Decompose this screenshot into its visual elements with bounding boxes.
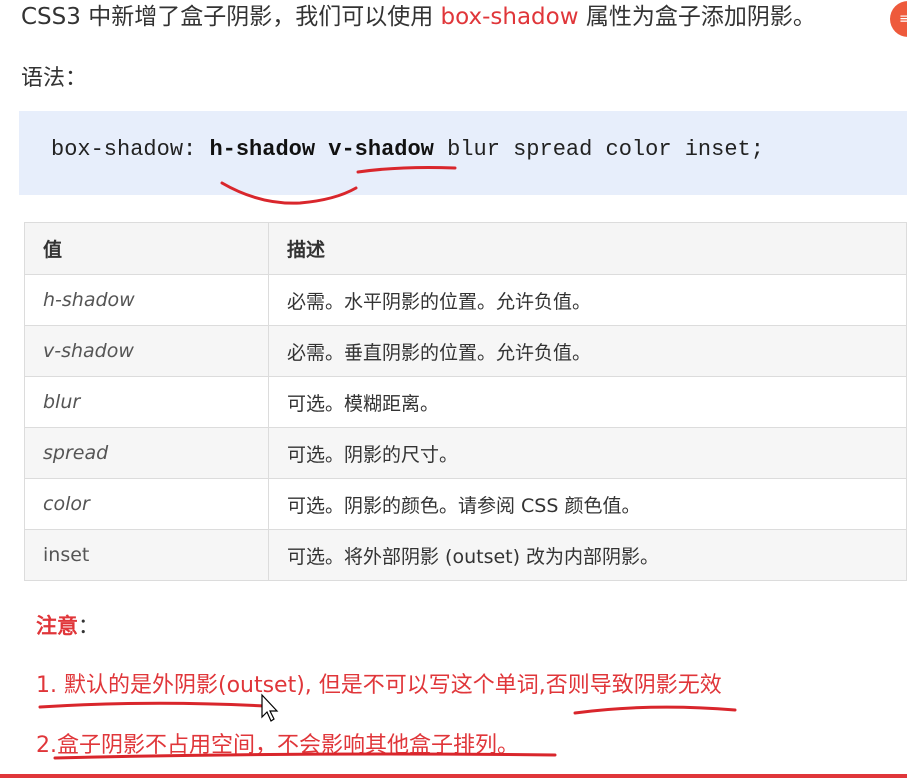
note-colon: ：	[78, 614, 99, 638]
row-value: h-shadow	[24, 274, 269, 326]
intro-before: CSS3 中新增了盒子阴影，我们可以使用	[21, 4, 441, 30]
bottom-red-line	[0, 774, 907, 778]
intro-text: CSS3 中新增了盒子阴影，我们可以使用 box-shadow 属性为盒子添加阴…	[21, 2, 816, 36]
note-title: 注意	[36, 614, 78, 638]
row-description: 必需。水平阴影的位置。允许负值。	[268, 274, 907, 326]
code-block: box-shadow: h-shadow v-shadow blur sprea…	[19, 111, 907, 195]
syntax-label: 语法：	[21, 66, 88, 91]
row-description: 可选。将外部阴影 (outset) 改为内部阴影。	[268, 529, 907, 581]
header-description: 描述	[268, 222, 907, 275]
table-row: color 可选。阴影的颜色。请参阅 CSS 颜色值。	[24, 478, 907, 530]
row-value: v-shadow	[24, 325, 269, 377]
corner-badge-icon[interactable]: ≡	[890, 1, 907, 37]
table-row: v-shadow 必需。垂直阴影的位置。允许负值。	[24, 325, 907, 377]
code-rest: blur spread color inset;	[433, 137, 764, 162]
header-value: 值	[24, 222, 269, 275]
code-v-shadow: v-shadow	[328, 137, 434, 162]
note-line-1: 1. 默认的是外阴影(outset), 但是不可以写这个单词,否则导致阴影无效	[36, 673, 722, 698]
table-header-row: 值 描述	[24, 222, 907, 275]
code-h-shadow: h-shadow	[209, 137, 316, 162]
note-line-2: 2.盒子阴影不占用空间，不会影响其他盒子排列。	[36, 733, 519, 758]
row-value: color	[24, 478, 269, 530]
row-description: 可选。阴影的颜色。请参阅 CSS 颜色值。	[268, 478, 907, 530]
underline-note-1-right	[573, 705, 737, 715]
code-line: box-shadow: h-shadow v-shadow blur sprea…	[51, 137, 764, 162]
table-row: blur 可选。模糊距离。	[24, 376, 907, 428]
intro-property-name: box-shadow	[440, 4, 579, 30]
intro-after: 属性为盒子添加阴影。	[578, 4, 816, 30]
row-description: 可选。模糊距离。	[268, 376, 907, 428]
row-value: spread	[24, 427, 269, 479]
note-heading: 注意：	[36, 610, 99, 640]
table-row: inset 可选。将外部阴影 (outset) 改为内部阴影。	[24, 529, 907, 581]
underline-note-1-left	[38, 701, 267, 709]
table-row: h-shadow 必需。水平阴影的位置。允许负值。	[24, 274, 907, 326]
table-row: spread 可选。阴影的尺寸。	[24, 427, 907, 479]
row-value: inset	[24, 529, 269, 581]
row-value: blur	[24, 376, 269, 428]
code-prefix: box-shadow:	[51, 137, 210, 162]
row-description: 可选。阴影的尺寸。	[268, 427, 907, 479]
property-table: 值 描述 h-shadow 必需。水平阴影的位置。允许负值。 v-shadow …	[24, 222, 907, 581]
row-description: 必需。垂直阴影的位置。允许负值。	[268, 325, 907, 377]
